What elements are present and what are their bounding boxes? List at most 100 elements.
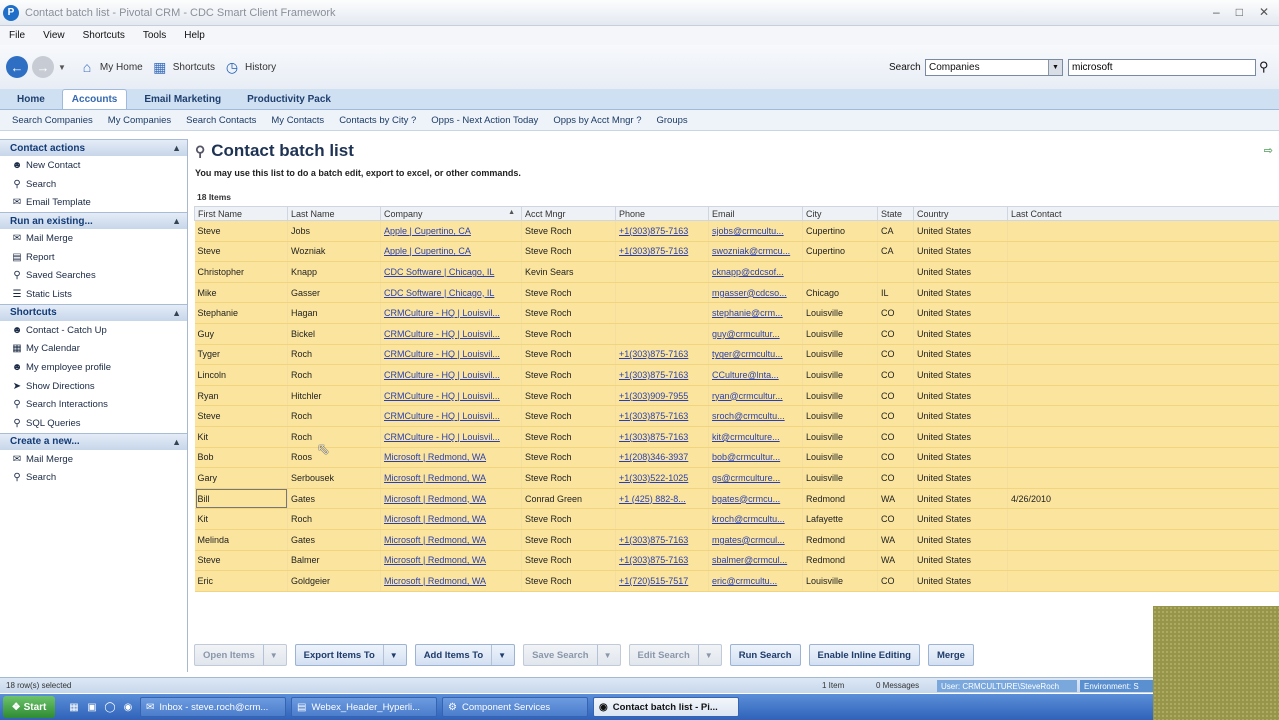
shortcuts-button[interactable]: ▦ Shortcuts: [151, 58, 215, 76]
taskbar-item[interactable]: ◉ Contact batch list - Pi...: [593, 697, 739, 717]
table-cell[interactable]: bob@crmcultur...: [708, 447, 803, 469]
sidebar-item[interactable]: ⚲ Search Interactions: [0, 396, 187, 415]
menu-help[interactable]: Help: [184, 30, 205, 41]
column-header[interactable]: Acct Mngr: [521, 206, 616, 221]
column-header[interactable]: Country: [913, 206, 1008, 221]
table-cell[interactable]: CRMCulture - HQ | Louisvil...: [380, 405, 522, 427]
table-cell[interactable]: cknapp@cdcsof...: [708, 261, 803, 283]
export-items-button[interactable]: Export Items To ▼: [294, 644, 407, 666]
chevron-down-icon[interactable]: ▼: [491, 645, 506, 665]
table-row[interactable]: Kit Roch Microsoft | Redmond, WA Steve Roch…: [194, 508, 1279, 530]
menu-tools[interactable]: Tools: [143, 30, 166, 41]
taskbar-item[interactable]: ⚙ Component Services: [442, 697, 588, 717]
table-row[interactable]: Guy Bickel CRMCulture - HQ | Louisvil... St…: [194, 323, 1279, 345]
table-cell[interactable]: Microsoft | Redmond, WA: [380, 550, 522, 572]
my-home-button[interactable]: ⌂ My Home: [78, 58, 143, 76]
table-row[interactable]: Ryan Hitchler CRMCulture - HQ | Louisvil..…: [194, 385, 1279, 407]
status-messages[interactable]: 0 Messages: [876, 681, 919, 690]
table-cell[interactable]: +1(303)875-7163: [615, 426, 709, 448]
sidebar-section-header[interactable]: Contact actions ▲: [0, 139, 187, 156]
table-cell[interactable]: Microsoft | Redmond, WA: [380, 529, 522, 551]
table-row[interactable]: Kit Roch CRMCulture - HQ | Louisvil... Stev…: [194, 426, 1279, 448]
table-cell[interactable]: +1(303)875-7163: [615, 405, 709, 427]
table-cell[interactable]: Microsoft | Redmond, WA: [380, 467, 522, 489]
table-cell[interactable]: CDC Software | Chicago, IL: [380, 261, 522, 283]
chevron-down-icon[interactable]: ▼: [262, 645, 278, 665]
run-search-button[interactable]: Run Search: [729, 644, 801, 666]
table-cell[interactable]: CCulture@lnta...: [708, 364, 803, 386]
table-cell[interactable]: +1(303)875-7163: [615, 241, 709, 263]
table-cell[interactable]: CRMCulture - HQ | Louisvil...: [380, 385, 522, 407]
chevron-down-icon[interactable]: ▼: [596, 645, 612, 665]
table-cell[interactable]: Apple | Cupertino, CA: [380, 241, 522, 263]
subnav-opps-by-acct-mngr[interactable]: Opps by Acct Mngr ?: [553, 115, 641, 126]
sidebar-item[interactable]: ⚲ SQL Queries: [0, 414, 187, 433]
search-input[interactable]: [1068, 59, 1256, 76]
sidebar-item[interactable]: ⚲ Search: [0, 175, 187, 194]
table-cell[interactable]: +1(303)875-7163: [615, 344, 709, 366]
table-cell[interactable]: CRMCulture - HQ | Louisvil...: [380, 364, 522, 386]
table-row[interactable]: Christopher Knapp CDC Software | Chicago, …: [194, 261, 1279, 283]
sidebar-item[interactable]: ✉ Mail Merge: [0, 450, 187, 469]
chevron-down-icon[interactable]: ▼: [1048, 60, 1062, 75]
subnav-my-companies[interactable]: My Companies: [108, 115, 171, 126]
table-cell[interactable]: sbalmer@crmcul...: [708, 550, 803, 572]
table-cell[interactable]: tyger@crmcultu...: [708, 344, 803, 366]
table-cell[interactable]: +1(208)346-3937: [615, 447, 709, 469]
column-header[interactable]: First Name: [194, 206, 288, 221]
history-button[interactable]: ◷ History: [223, 58, 276, 76]
table-cell[interactable]: ryan@crmcultur...: [708, 385, 803, 407]
close-button[interactable]: ✕: [1259, 5, 1269, 19]
quick-launch-media-icon[interactable]: ◉: [121, 700, 135, 714]
subnav-search-companies[interactable]: Search Companies: [12, 115, 93, 126]
collapse-icon[interactable]: ▲: [172, 308, 181, 318]
sidebar-section-header[interactable]: Shortcuts ▲: [0, 303, 187, 321]
tab-email-marketing[interactable]: Email Marketing: [135, 90, 230, 109]
table-cell[interactable]: mgasser@cdcso...: [708, 282, 803, 304]
sidebar-item[interactable]: ☻ New Contact: [0, 156, 187, 175]
table-row[interactable]: Steve Jobs Apple | Cupertino, CA Steve Roch…: [194, 220, 1279, 242]
table-row[interactable]: Steve Roch CRMCulture - HQ | Louisvil... St…: [194, 405, 1279, 427]
quick-launch-ie-icon[interactable]: ◯: [103, 700, 117, 714]
add-items-button[interactable]: Add Items To ▼: [414, 644, 516, 666]
sidebar-item[interactable]: ⚲ Saved Searches: [0, 266, 187, 285]
table-row[interactable]: Bill Gates Microsoft | Redmond, WA Conrad G…: [194, 488, 1279, 510]
table-cell[interactable]: sjobs@crmcultu...: [708, 220, 803, 242]
table-cell[interactable]: CRMCulture - HQ | Louisvil...: [380, 302, 522, 324]
sidebar-item[interactable]: ☻ My employee profile: [0, 358, 187, 377]
table-cell[interactable]: Microsoft | Redmond, WA: [380, 488, 522, 510]
table-cell[interactable]: CRMCulture - HQ | Louisvil...: [380, 426, 522, 448]
save-search-button[interactable]: Save Search ▼: [523, 644, 621, 666]
collapse-icon[interactable]: ▲: [172, 143, 181, 153]
taskbar-item[interactable]: ▤ Webex_Header_Hyperli...: [291, 697, 437, 717]
minimize-button[interactable]: –: [1213, 5, 1220, 19]
table-row[interactable]: Eric Goldgeier Microsoft | Redmond, WA Stev…: [194, 570, 1279, 592]
forward-button[interactable]: →: [32, 56, 54, 78]
tab-accounts[interactable]: Accounts: [61, 89, 128, 109]
column-header[interactable]: Phone: [615, 206, 709, 221]
table-cell[interactable]: mgates@crmcul...: [708, 529, 803, 551]
subnav-search-contacts[interactable]: Search Contacts: [186, 115, 256, 126]
edit-search-button[interactable]: Edit Search ▼: [628, 644, 722, 666]
table-row[interactable]: Steve Balmer Microsoft | Redmond, WA Steve …: [194, 550, 1279, 572]
chevron-down-icon[interactable]: ▼: [697, 645, 713, 665]
table-cell[interactable]: +1(303)875-7163: [615, 364, 709, 386]
table-cell[interactable]: +1 (425) 882-8...: [615, 488, 709, 510]
table-cell[interactable]: swozniak@crmcu...: [708, 241, 803, 263]
column-header[interactable]: Last Name: [287, 206, 381, 221]
table-row[interactable]: Melinda Gates Microsoft | Redmond, WA Steve…: [194, 529, 1279, 551]
tab-home[interactable]: Home: [8, 90, 54, 109]
table-row[interactable]: Stephanie Hagan CRMCulture - HQ | Louisvil…: [194, 302, 1279, 324]
column-header[interactable]: Email: [708, 206, 803, 221]
table-cell[interactable]: +1(303)875-7163: [615, 550, 709, 572]
column-header[interactable]: Last Contact: [1007, 206, 1279, 221]
subnav-contacts-by-city[interactable]: Contacts by City ?: [339, 115, 416, 126]
table-cell[interactable]: +1(303)522-1025: [615, 467, 709, 489]
table-cell[interactable]: gs@crmculture...: [708, 467, 803, 489]
open-items-button[interactable]: Open Items ▼: [194, 644, 287, 666]
menu-view[interactable]: View: [43, 30, 65, 41]
table-cell[interactable]: stephanie@crm...: [708, 302, 803, 324]
sidebar-section-header[interactable]: Create a new... ▲: [0, 432, 187, 450]
collapse-icon[interactable]: ▲: [172, 216, 181, 226]
sidebar-item[interactable]: ➤ Show Directions: [0, 377, 187, 396]
